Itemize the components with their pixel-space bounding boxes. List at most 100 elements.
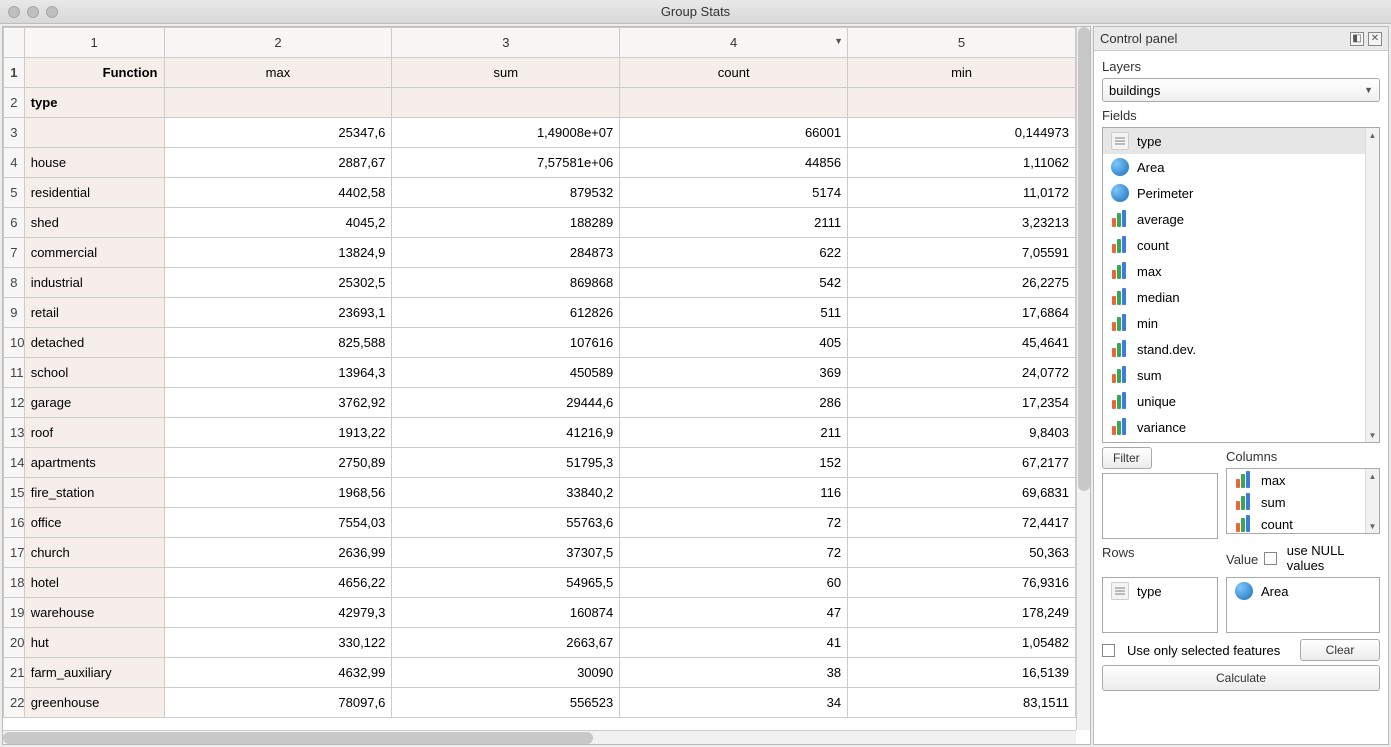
rownum[interactable]: 7 (4, 238, 25, 268)
data-cell[interactable]: 45,4641 (848, 328, 1076, 358)
function-header[interactable]: Function (24, 58, 164, 88)
data-cell[interactable]: 55763,6 (392, 508, 620, 538)
table-row[interactable]: 6 shed4045,218828921113,23213 (4, 208, 1076, 238)
rownum[interactable]: 15 (4, 478, 25, 508)
data-cell[interactable]: 16,5139 (848, 658, 1076, 688)
data-cell[interactable]: 7,05591 (848, 238, 1076, 268)
list-item[interactable]: stand.dev. (1103, 336, 1379, 362)
data-cell[interactable]: 23693,1 (164, 298, 392, 328)
list-item[interactable]: variance (1103, 414, 1379, 440)
func-col-0[interactable]: max (164, 58, 392, 88)
rownum[interactable]: 5 (4, 178, 25, 208)
data-cell[interactable]: 188289 (392, 208, 620, 238)
type-cell[interactable]: greenhouse (24, 688, 164, 718)
data-cell[interactable]: 76,9316 (848, 568, 1076, 598)
list-item[interactable]: average (1103, 206, 1379, 232)
fields-listbox[interactable]: typeAreaPerimeteraveragecountmaxmedianmi… (1102, 127, 1380, 443)
table-row[interactable]: 7 commercial13824,92848736227,05591 (4, 238, 1076, 268)
data-cell[interactable]: 47 (620, 598, 848, 628)
rownum[interactable]: 3 (4, 118, 25, 148)
data-cell[interactable]: 50,363 (848, 538, 1076, 568)
data-cell[interactable]: 1,05482 (848, 628, 1076, 658)
list-item[interactable]: unique (1103, 388, 1379, 414)
data-cell[interactable]: 4656,22 (164, 568, 392, 598)
type-cell[interactable]: warehouse (24, 598, 164, 628)
data-cell[interactable]: 33840,2 (392, 478, 620, 508)
table-row[interactable]: 13 roof1913,2241216,92119,8403 (4, 418, 1076, 448)
list-item[interactable]: type (1103, 578, 1217, 604)
data-cell[interactable]: 34 (620, 688, 848, 718)
use-null-checkbox[interactable] (1264, 552, 1276, 565)
data-cell[interactable]: 25302,5 (164, 268, 392, 298)
data-cell[interactable]: 3762,92 (164, 388, 392, 418)
data-cell[interactable]: 54965,5 (392, 568, 620, 598)
type-cell[interactable]: office (24, 508, 164, 538)
calculate-button[interactable]: Calculate (1102, 665, 1380, 691)
table-row[interactable]: 22 greenhouse78097,65565233483,1511 (4, 688, 1076, 718)
clear-button[interactable]: Clear (1300, 639, 1380, 661)
table-row[interactable]: 16 office7554,0355763,67272,4417 (4, 508, 1076, 538)
list-item[interactable]: max (1103, 258, 1379, 284)
list-item[interactable]: Perimeter (1103, 180, 1379, 206)
colnum-5[interactable]: 5 (848, 28, 1076, 58)
type-cell[interactable]: industrial (24, 268, 164, 298)
data-cell[interactable]: 116 (620, 478, 848, 508)
data-cell[interactable]: 556523 (392, 688, 620, 718)
list-item[interactable]: count (1103, 232, 1379, 258)
data-cell[interactable]: 405 (620, 328, 848, 358)
type-cell[interactable] (24, 118, 164, 148)
data-cell[interactable]: 160874 (392, 598, 620, 628)
data-cell[interactable]: 51795,3 (392, 448, 620, 478)
table-row[interactable]: 8 industrial25302,586986854226,2275 (4, 268, 1076, 298)
data-cell[interactable]: 66001 (620, 118, 848, 148)
rownum[interactable]: 14 (4, 448, 25, 478)
table-row[interactable]: 9 retail23693,161282651117,6864 (4, 298, 1076, 328)
data-cell[interactable]: 369 (620, 358, 848, 388)
data-cell[interactable]: 5174 (620, 178, 848, 208)
data-cell[interactable]: 4402,58 (164, 178, 392, 208)
data-cell[interactable]: 542 (620, 268, 848, 298)
panel-close-icon[interactable]: ✕ (1368, 32, 1382, 46)
data-cell[interactable]: 7554,03 (164, 508, 392, 538)
columns-scrollbar[interactable]: ▲▼ (1365, 469, 1379, 533)
data-cell[interactable]: 879532 (392, 178, 620, 208)
table-row[interactable]: 20 hut330,1222663,67411,05482 (4, 628, 1076, 658)
data-cell[interactable]: 67,2177 (848, 448, 1076, 478)
corner-cell[interactable] (4, 28, 25, 58)
panel-undock-icon[interactable]: ◧ (1350, 32, 1364, 46)
rownum[interactable]: 8 (4, 268, 25, 298)
vertical-scrollbar[interactable] (1076, 27, 1090, 730)
data-cell[interactable]: 622 (620, 238, 848, 268)
data-cell[interactable]: 612826 (392, 298, 620, 328)
data-cell[interactable]: 1,49008e+07 (392, 118, 620, 148)
rownum[interactable]: 4 (4, 148, 25, 178)
rownum[interactable]: 21 (4, 658, 25, 688)
table-row[interactable]: 14 apartments2750,8951795,315267,2177 (4, 448, 1076, 478)
chevron-down-icon[interactable]: ▼ (834, 36, 843, 46)
table-row[interactable]: 3 25347,61,49008e+07660010,144973 (4, 118, 1076, 148)
rownum[interactable]: 16 (4, 508, 25, 538)
list-item[interactable]: type (1103, 128, 1379, 154)
filter-button[interactable]: Filter (1102, 447, 1152, 469)
colnum-2[interactable]: 2 (164, 28, 392, 58)
data-cell[interactable]: 83,1511 (848, 688, 1076, 718)
data-cell[interactable]: 1968,56 (164, 478, 392, 508)
data-cell[interactable]: 11,0172 (848, 178, 1076, 208)
value-dropbox[interactable]: Area (1226, 577, 1380, 633)
data-cell[interactable]: 825,588 (164, 328, 392, 358)
data-cell[interactable]: 29444,6 (392, 388, 620, 418)
data-cell[interactable]: 1913,22 (164, 418, 392, 448)
data-cell[interactable]: 3,23213 (848, 208, 1076, 238)
type-cell[interactable]: roof (24, 418, 164, 448)
data-cell[interactable]: 69,6831 (848, 478, 1076, 508)
list-item[interactable]: Area (1103, 154, 1379, 180)
columns-listbox[interactable]: maxsumcount ▲▼ (1226, 468, 1380, 534)
type-cell[interactable]: retail (24, 298, 164, 328)
colnum-1[interactable]: 1 (24, 28, 164, 58)
data-cell[interactable]: 41 (620, 628, 848, 658)
rownum[interactable]: 10 (4, 328, 25, 358)
rownum[interactable]: 11 (4, 358, 25, 388)
filter-box[interactable] (1102, 473, 1218, 539)
list-item[interactable]: max (1227, 469, 1379, 491)
data-cell[interactable]: 211 (620, 418, 848, 448)
